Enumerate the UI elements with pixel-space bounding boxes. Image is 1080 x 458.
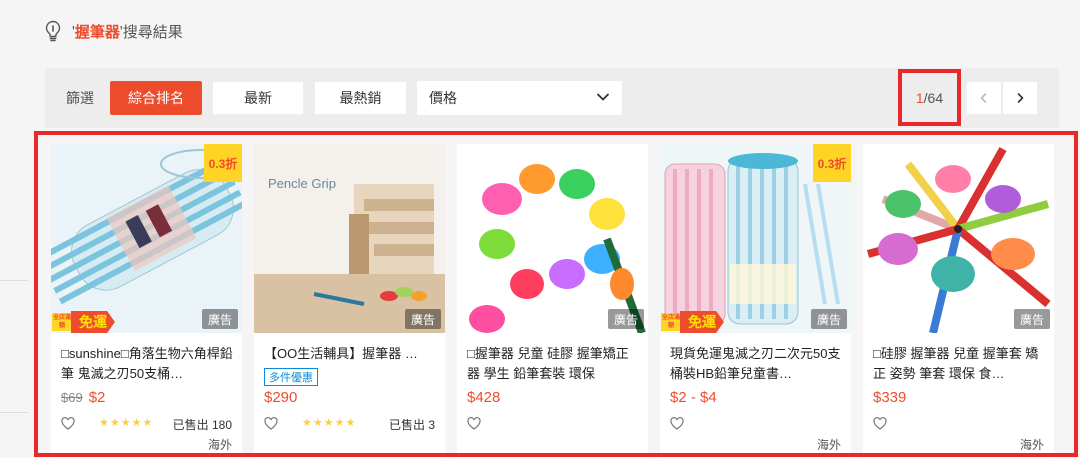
next-page-button[interactable] (1002, 81, 1038, 115)
sort-filter-bar: 篩選 綜合排名 最新 最熱銷 價格 1/64 (45, 68, 1059, 128)
search-query: 握筆器 (74, 23, 120, 41)
results-highlight-frame (34, 131, 1078, 457)
page-indicator: 1/64 (898, 69, 961, 126)
lightbulb-icon (45, 20, 61, 42)
price-sort-select[interactable]: 價格 (417, 81, 622, 115)
chevron-left-icon (980, 93, 987, 103)
divider (0, 412, 28, 413)
search-result-suffix: 搜尋結果 (122, 23, 183, 41)
sort-top-sales-button[interactable]: 最熱銷 (314, 81, 407, 115)
chevron-right-icon (1017, 93, 1024, 103)
search-result-header: ' 握筆器 ' 搜尋結果 (44, 18, 183, 44)
divider (0, 280, 28, 281)
prev-page-button[interactable] (966, 81, 1002, 115)
sort-relevance-button[interactable]: 綜合排名 (110, 81, 202, 115)
sort-latest-button[interactable]: 最新 (212, 81, 304, 115)
price-sort-label: 價格 (429, 90, 457, 106)
chevron-down-icon (597, 93, 609, 101)
filter-label: 篩選 (66, 90, 94, 106)
current-page: 1 (915, 89, 924, 106)
total-pages: 64 (927, 89, 944, 106)
